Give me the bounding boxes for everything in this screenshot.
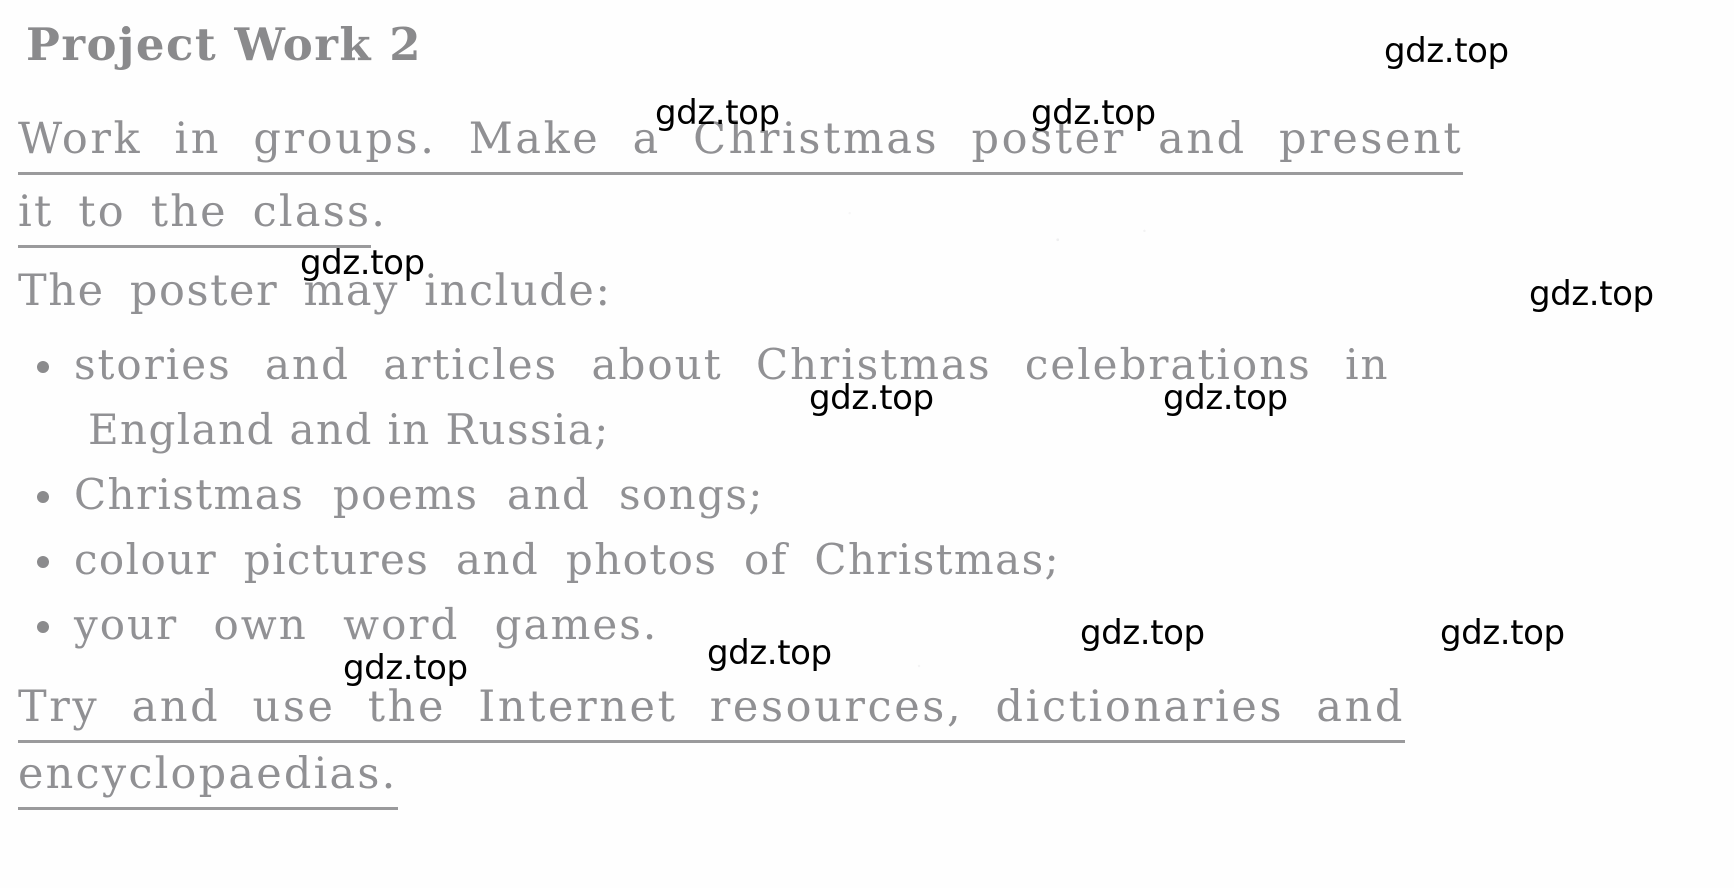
watermark-gdz-top: gdz.top [1384,31,1509,71]
list-item: your own word games. [18,592,1542,657]
instruction-line-2-period: . [371,187,388,237]
instruction-line-1-text: Work in groups. Make a Christmas poster … [18,108,1464,175]
list-item-line-2: England and in Russia; [88,405,610,454]
document-page: Project Work 2 Work in groups. Make a Ch… [0,0,1734,888]
footer-line-2: encyclopaedias. [18,743,1542,810]
footer-line-1: Try and use the Internet resources, dict… [18,676,1542,743]
list-item-line-1: colour pictures and photos of Christmas; [74,535,1061,584]
bullet-dot-icon [37,621,49,633]
list-item-line-1: Christmas poems and songs; [74,470,764,519]
bullet-list: stories and articles about Christmas cel… [18,332,1542,657]
list-item: Christmas poems and songs; [18,462,1542,527]
lead-in-text: The poster may include: [18,266,612,316]
instruction-line-2: it to the class. [18,181,1542,248]
watermark-gdz-top: gdz.top [1529,274,1654,314]
footer-paragraph: Try and use the Internet resources, dict… [18,676,1542,810]
bullet-dot-icon [37,556,49,568]
bullet-dot-icon [37,491,49,503]
list-item-line-1: your own word games. [74,600,659,649]
list-item: colour pictures and photos of Christmas; [18,527,1542,592]
list-item-line-1: stories and articles about Christmas cel… [74,340,1390,389]
footer-line-1-text: Try and use the Internet resources, dict… [18,676,1406,743]
page-title: Project Work 2 [26,18,423,71]
poster-items-list: stories and articles about Christmas cel… [18,332,1542,657]
instruction-line-1: Work in groups. Make a Christmas poster … [18,108,1542,175]
list-item: stories and articles about Christmas cel… [18,332,1542,462]
instruction-line-2-text: it to the class [18,181,372,248]
bullet-dot-icon [37,361,49,373]
instruction-paragraph: Work in groups. Make a Christmas poster … [18,108,1542,254]
lead-in-paragraph: The poster may include: [18,262,1542,320]
footer-line-2-text: encyclopaedias. [18,743,398,810]
